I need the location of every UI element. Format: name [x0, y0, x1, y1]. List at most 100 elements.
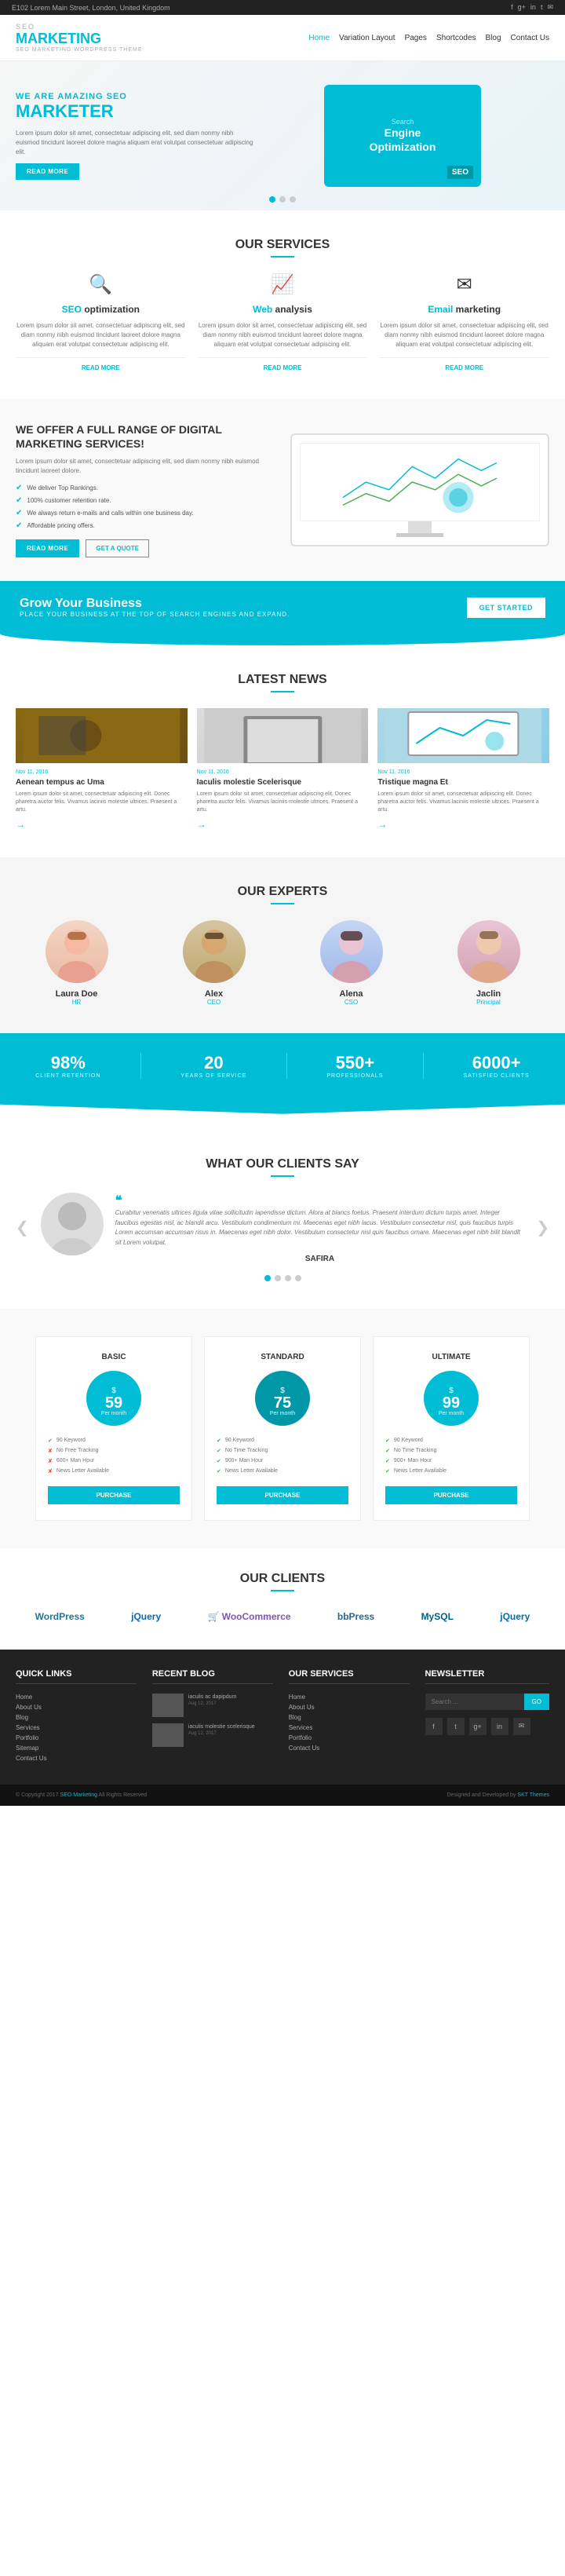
testimonial-dots — [16, 1275, 549, 1281]
twitter-icon[interactable]: t — [541, 3, 543, 12]
email-read-more[interactable]: READ MORE — [379, 357, 549, 371]
email-icon: ✉ — [379, 273, 549, 296]
pricing-circle-ultimate: $ 99 Per month — [424, 1371, 479, 1426]
purchase-basic-button[interactable]: PURCHASE — [48, 1486, 180, 1504]
newsletter-input[interactable] — [425, 1694, 524, 1710]
email-description: Lorem ipsum dolor sit amet, consectetuar… — [379, 321, 549, 349]
digital-buttons: READ MORE GET A QUOTE — [16, 539, 275, 557]
header: SEO MARKETING SEO MARKETING WORDPRESS TH… — [0, 15, 565, 61]
footer-link-services[interactable]: Services — [16, 1724, 137, 1731]
dot-2[interactable] — [279, 196, 286, 203]
pricing-circle-standard: $ 75 Per month — [255, 1371, 310, 1426]
footer-facebook-icon[interactable]: f — [425, 1718, 443, 1735]
footer-link-sitemap[interactable]: Sitemap — [16, 1745, 137, 1752]
get-quote-button[interactable]: GET A QUOTE — [86, 539, 149, 557]
news-item-2: Nov 11, 2016 Iaculis molestie Scelerisqu… — [197, 708, 369, 829]
testimonial-dot-2[interactable] — [275, 1275, 281, 1281]
footer-service-services[interactable]: Services — [289, 1724, 410, 1731]
testimonial-name: SAFIRA — [115, 1255, 524, 1263]
news-section: LATEST NEWS Nov 11, 2016 Aenean tempus a… — [0, 645, 565, 857]
purchase-ultimate-button[interactable]: PURCHASE — [385, 1486, 517, 1504]
footer-linkedin-icon[interactable]: in — [491, 1718, 508, 1735]
testimonials-title: WHAT OUR CLIENTS SAY — [16, 1157, 549, 1171]
news-date-3: Nov 11, 2016 — [377, 769, 549, 775]
footer-blog-img-2 — [152, 1723, 184, 1747]
expert-role-alex: CEO — [183, 999, 246, 1006]
googleplus-icon[interactable]: g+ — [518, 3, 526, 12]
nav-home[interactable]: Home — [308, 34, 330, 42]
footer-service-blog[interactable]: Blog — [289, 1714, 410, 1721]
screen-text: EngineOptimization — [370, 126, 436, 154]
footer-link-about[interactable]: About Us — [16, 1704, 137, 1711]
news-arrow-1[interactable]: → — [16, 819, 25, 830]
testimonial-prev[interactable]: ❮ — [16, 1218, 29, 1237]
footer-googleplus-icon[interactable]: g+ — [469, 1718, 487, 1735]
stats-bottom-wave — [0, 1098, 565, 1114]
expert-avatar-laura — [46, 920, 108, 983]
hero-read-more-button[interactable]: READ MORE — [16, 163, 79, 180]
testimonial-dot-3[interactable] — [285, 1275, 291, 1281]
testimonial-content: ❝ Curabitur venenatis ultrices ligula vi… — [41, 1193, 524, 1263]
testimonial-dot-4[interactable] — [295, 1275, 301, 1281]
hero-description: Lorem ipsum dolor sit amet, consectetuar… — [16, 129, 256, 157]
testimonials-divider — [271, 1175, 294, 1177]
experts-grid: Laura Doe HR Alex CEO Alen — [16, 920, 549, 1006]
nav-contact[interactable]: Contact Us — [511, 34, 549, 42]
news-arrow-3[interactable]: → — [377, 819, 387, 830]
footer-services: OUR SERVICES Home About Us Blog Services… — [289, 1669, 410, 1765]
logo-seo: SEO — [16, 23, 143, 31]
monitor-stand — [408, 521, 432, 533]
news-date-1: Nov 11, 2016 — [16, 769, 188, 775]
news-grid: Nov 11, 2016 Aenean tempus ac Uma Lorem … — [16, 708, 549, 829]
facebook-icon[interactable]: f — [511, 3, 513, 12]
news-item-1: Nov 11, 2016 Aenean tempus ac Uma Lorem … — [16, 708, 188, 829]
rss-icon[interactable]: ✉ — [547, 3, 553, 12]
purchase-standard-button[interactable]: PURCHASE — [217, 1486, 348, 1504]
hero-image: Search EngineOptimization SEO — [256, 85, 549, 187]
footer-link-contact[interactable]: Contact Us — [16, 1755, 137, 1762]
top-bar: E102 Lorem Main Street, London, United K… — [0, 0, 565, 15]
news-description-3: Lorem ipsum dolor sit amet, consectetuar… — [377, 791, 549, 813]
pricing-basic: BASIC $ 59 Per month ✔90 Keyword ✘No Fre… — [35, 1336, 192, 1521]
news-image-1 — [16, 708, 188, 763]
digital-title: WE OFFER A FULL RANGE OF DIGITAL MARKETI… — [16, 422, 275, 451]
get-started-button[interactable]: GET STARTED — [467, 597, 545, 618]
nav-blog[interactable]: Blog — [486, 34, 501, 42]
testimonial-dot-1[interactable] — [264, 1275, 271, 1281]
linkedin-icon[interactable]: in — [530, 3, 536, 12]
check-icon: ✔ — [385, 1468, 390, 1474]
news-image-3 — [377, 708, 549, 763]
dot-3[interactable] — [290, 196, 296, 203]
digital-read-more-button[interactable]: READ MORE — [16, 539, 79, 557]
check-icon: ✔ — [385, 1438, 390, 1444]
footer-service-portfolio[interactable]: Portfolio — [289, 1734, 410, 1741]
footer-service-contact[interactable]: Contact Us — [289, 1745, 410, 1752]
dot-1[interactable] — [269, 196, 275, 203]
expert-avatar-alex — [183, 920, 246, 983]
footer-link-portfolio[interactable]: Portfolio — [16, 1734, 137, 1741]
check-icon: ✔ — [385, 1458, 390, 1464]
nav-pages[interactable]: Pages — [405, 34, 427, 42]
footer-rss-icon[interactable]: ✉ — [513, 1718, 530, 1735]
feature-standard-4: ✔News Letter Available — [217, 1468, 348, 1474]
check-icon-4: ✔ — [16, 521, 22, 530]
logo-subtitle: SEO MARKETING WORDPRESS THEME — [16, 47, 143, 53]
footer-newsletter-title: NEWSLETTER — [425, 1669, 549, 1684]
nav-shortcodes[interactable]: Shortcodes — [436, 34, 476, 42]
footer-service-about[interactable]: About Us — [289, 1704, 410, 1711]
newsletter-submit-button[interactable]: GO — [524, 1694, 549, 1710]
footer-link-blog[interactable]: Blog — [16, 1714, 137, 1721]
seo-read-more[interactable]: READ MORE — [16, 357, 186, 371]
feature-basic-1: ✔90 Keyword — [48, 1438, 180, 1444]
client-jquery: jQuery — [123, 1607, 169, 1626]
footer-service-home[interactable]: Home — [289, 1694, 410, 1701]
x-icon: ✘ — [48, 1458, 53, 1464]
grow-text: Grow Your Business PLACE YOUR BUSINESS A… — [20, 597, 290, 618]
nav-variation[interactable]: Variation Layout — [339, 34, 396, 42]
news-arrow-2[interactable]: → — [197, 819, 206, 830]
testimonial-next[interactable]: ❯ — [536, 1218, 549, 1237]
footer-link-home[interactable]: Home — [16, 1694, 137, 1701]
footer-blog-text-1: iaculis ac dapipdum Aug 12, 2017 — [188, 1694, 236, 1717]
footer-twitter-icon[interactable]: t — [447, 1718, 465, 1735]
web-read-more[interactable]: READ MORE — [198, 357, 368, 371]
